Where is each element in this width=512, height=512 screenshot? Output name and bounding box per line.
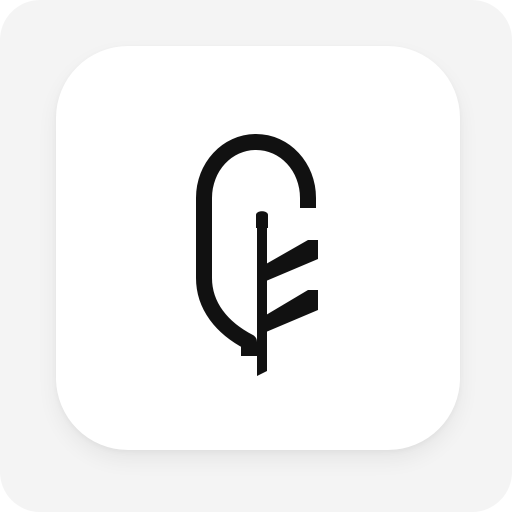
app-icon-tile[interactable] <box>56 46 460 450</box>
icon-frame <box>0 0 512 512</box>
feather-icon <box>196 134 318 376</box>
